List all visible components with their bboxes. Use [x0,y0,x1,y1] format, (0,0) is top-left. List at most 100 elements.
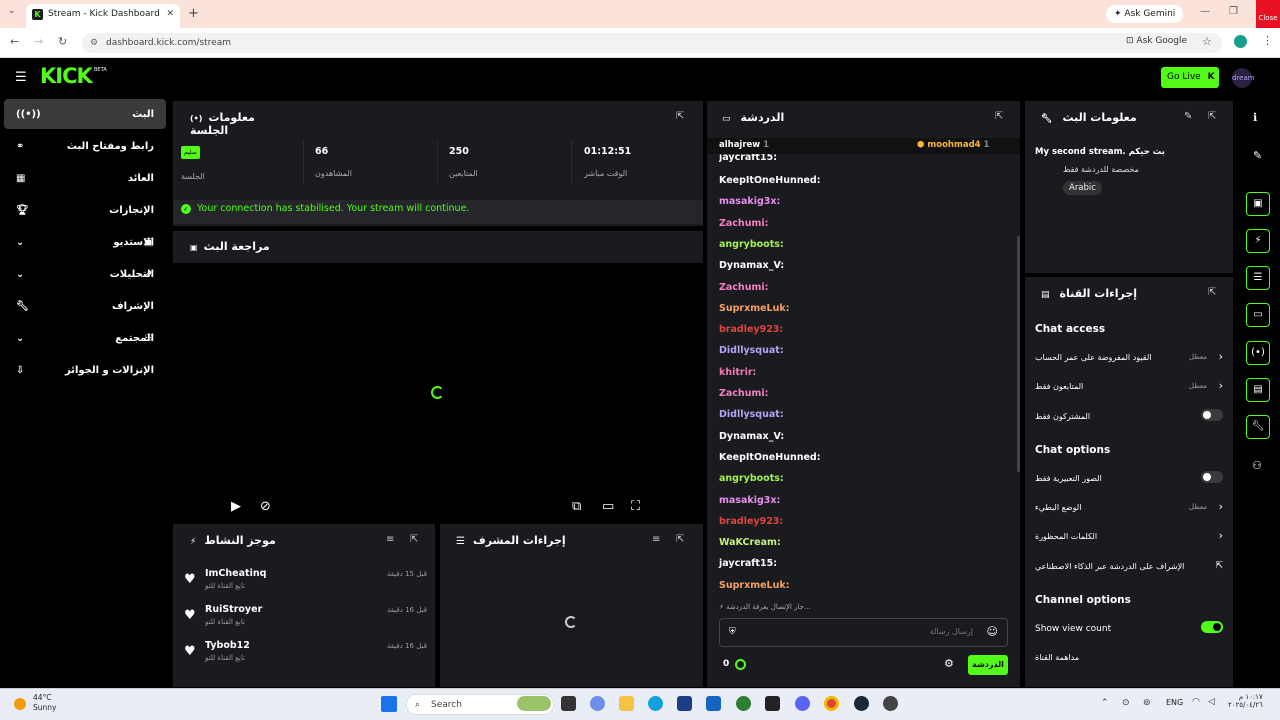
popout-icon[interactable]: ⇱ [410,534,418,545]
edit-icon[interactable]: ✎ [1253,149,1262,162]
outlook-icon[interactable] [706,696,721,711]
windows-start-icon[interactable] [381,696,397,712]
back-icon[interactable]: ← [10,35,19,48]
chat-message[interactable]: KeepItOneHunned: [719,452,821,473]
emote-icon[interactable]: ⛨ [729,627,736,637]
close-window-button[interactable]: Close [1256,0,1280,28]
info-icon[interactable]: ℹ [1253,111,1257,124]
volume-icon[interactable]: ◁ [1208,697,1215,707]
sidebar-item-moderation[interactable]: 🔧︎ الإشراف [4,291,166,321]
tab-close-icon[interactable]: ✕ [166,4,174,24]
emoji-icon[interactable]: ☺ [987,625,998,638]
account-age-option[interactable]: القيود المفروضة على عمر الحساب معطل › [1035,350,1225,373]
popout-icon[interactable]: ⇱ [1208,111,1216,122]
discord-icon[interactable] [795,696,810,711]
site-info-icon[interactable]: ⚙ [90,33,98,53]
reload-icon[interactable]: ↻ [58,35,67,48]
browser-menu-icon[interactable]: ⋮ [1262,34,1273,47]
store-icon[interactable] [677,696,692,711]
sidebar-item-drops[interactable]: ⇩ الإنزالات و الجوائز [4,355,166,385]
chat-input[interactable]: ⛨ إرسال رسالة ☺ [719,618,1008,647]
chat-message[interactable]: SuprxmeLuk: [719,303,790,324]
rail-chat-button[interactable]: ▭ [1246,303,1270,327]
language-indicator[interactable]: ENG [1166,698,1183,707]
bookmark-star-icon[interactable]: ☆ [1202,35,1212,48]
play-icon[interactable]: ▶ [231,499,241,514]
tab-search-icon[interactable]: ⌄ [8,6,16,16]
chat-scrollbar[interactable] [1017,236,1020,472]
task-view-icon[interactable] [561,696,576,711]
widget-icon[interactable] [517,696,551,711]
kick-logo[interactable]: KICK [40,64,93,88]
sidebar-item-stream-key[interactable]: ⚭ رابط ومفتاح البث [4,131,166,161]
chrome-icon[interactable] [824,696,839,711]
sidebar-item-revenue[interactable]: ▦ العائد [4,163,166,193]
sidebar-item-studio[interactable]: ⌄ الاستديو ▣ [4,227,166,257]
file-explorer-icon[interactable] [619,696,634,711]
chat-message[interactable]: angryboots: [719,239,784,260]
browser-tab[interactable]: K Stream - Kick Dashboard ✕ [26,4,180,28]
steam-icon[interactable] [854,696,869,711]
rail-stream-info-button[interactable]: 🔧︎ [1246,415,1270,439]
popout-icon[interactable]: ⇱ [995,111,1003,122]
leader-left[interactable]: alhajrew 1 [719,140,769,150]
chat-message[interactable]: SuprxmeLuk: [719,580,790,601]
maximize-icon[interactable]: ❐ [1229,6,1238,17]
rail-mod-actions-button[interactable]: ☰ [1246,266,1270,290]
sidebar-item-community[interactable]: ⌄ المجتمع ⚇ [4,323,166,353]
filter-icon[interactable]: ≡ [386,534,394,545]
chat-message[interactable]: KeepItOneHunned: [719,175,821,196]
chat-message[interactable]: Didllysquat: [719,409,784,430]
copilot-icon[interactable] [590,696,605,711]
app-icon[interactable] [883,696,898,711]
rail-activity-button[interactable]: ⚡︎ [1246,229,1270,253]
ask-gemini-button[interactable]: ✦ Ask Gemini [1106,5,1184,23]
chat-message[interactable]: Dynamax_V: [719,431,784,452]
filter-icon[interactable]: ≡ [652,534,660,545]
layout-icon[interactable]: ⚇ [1252,459,1262,472]
chat-message[interactable]: masakig3x: [719,196,780,217]
weather-sun-icon[interactable] [14,698,26,710]
chat-message[interactable]: Dynamax_V: [719,260,784,281]
forward-icon[interactable]: → [34,35,43,48]
banned-words-option[interactable]: الكلمات المحظورة › [1035,529,1225,552]
epic-games-icon[interactable] [765,696,780,711]
wifi-icon[interactable]: ◠ [1192,697,1200,707]
menu-icon[interactable]: ☰ [15,70,27,85]
chat-message[interactable]: masakig3x: [719,495,780,516]
chat-send-button[interactable]: الدردشة [968,655,1008,675]
slow-mode-option[interactable]: الوضع البطيء معطل › [1035,500,1225,523]
subscribers-only-toggle[interactable] [1201,409,1223,421]
settings-gear-icon[interactable]: ⚙ [944,657,954,670]
ai-moderation-option[interactable]: الإشراف على الدردشة عبر الذكاء الاصطناعي… [1035,561,1225,582]
tray-icon-2[interactable]: ⊚ [1143,698,1151,708]
chat-message[interactable]: angryboots: [719,473,784,494]
popout-icon[interactable]: ⇱ [676,111,684,122]
chat-message[interactable]: jaycraft15: [719,558,777,579]
activity-user[interactable]: Tybob12 [205,640,250,651]
go-live-button[interactable]: Go Live K [1161,67,1219,88]
emotes-only-toggle[interactable] [1201,471,1223,483]
chat-message[interactable]: Zachumi: [719,282,768,303]
chat-message[interactable]: bradley923: [719,516,783,537]
rail-preview-button[interactable]: ▣ [1246,192,1270,216]
user-avatar[interactable]: dream [1232,68,1255,88]
new-tab-icon[interactable]: + [188,6,199,21]
tray-icon[interactable]: ⊙ [1122,698,1130,708]
tray-chevron-icon[interactable]: ⌃ [1101,698,1109,708]
chat-message[interactable]: jaycraft15: [719,154,777,164]
popout-icon[interactable]: ⇱ [1208,287,1216,298]
followers-only-option[interactable]: المتابعون فقط معطل › [1035,379,1225,402]
raid-option[interactable]: مداهمة القناة [1035,653,1225,673]
sidebar-item-stream[interactable]: ((•)) البث [4,99,166,129]
profile-avatar[interactable] [1234,35,1247,48]
chat-message[interactable]: WaKCream: [719,537,781,558]
popout-icon[interactable]: ⇱ [676,534,684,545]
sidebar-item-achievements[interactable]: 🏆︎ الإنجازات [4,195,166,225]
pip-icon[interactable]: ⧉ [572,499,581,514]
edge-icon[interactable] [648,696,663,711]
url-input[interactable]: ⚙ dashboard.kick.com/stream [82,33,1222,53]
activity-user[interactable]: RuiStroyer [205,604,262,615]
activity-user[interactable]: ImCheatinq [205,568,266,579]
clock[interactable]: ١٠:١٧ م ٢٠٢٥/٠٤/٢٦ [1228,693,1263,709]
